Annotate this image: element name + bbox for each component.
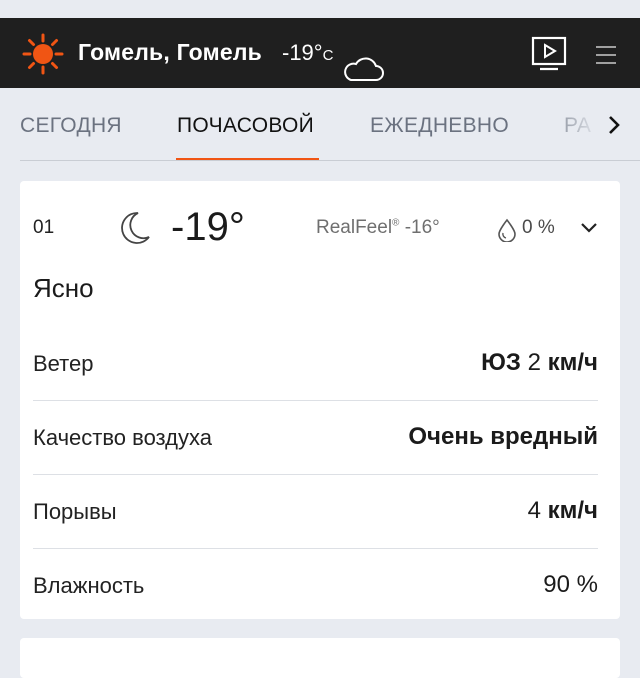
wind-speed: 2 [527, 349, 541, 376]
gusts-label: Порывы [33, 499, 117, 524]
wind-unit: км/ч [547, 349, 598, 376]
condition-text: Ясно [33, 273, 94, 303]
hour-temperature: -19° [171, 205, 245, 249]
detail-row-air: Качество воздуха Очень вредный [33, 401, 598, 475]
realfeel-text: RealFeel® -16° [316, 217, 440, 239]
app-header: Гомель, Гомель -19°C [0, 18, 640, 88]
detail-row-humidity: Влажность 90 % [33, 549, 598, 623]
next-hour-card[interactable] [20, 638, 620, 678]
realfeel-value: -16° [404, 217, 440, 238]
forecast-tabs: СЕГОДНЯ ПОЧАСОВОЙ ЕЖЕДНЕВНО РА [0, 88, 640, 161]
video-icon[interactable] [530, 35, 568, 73]
detail-row-gusts: Порывы 4 км/ч [33, 475, 598, 549]
humidity-label: Влажность [33, 573, 145, 598]
hourly-card[interactable]: 01 -19° RealFeel® -16° 0 % Ясно Ветер ЮЗ… [20, 181, 620, 619]
menu-icon[interactable] [594, 44, 618, 66]
hour-label: 01 [33, 217, 55, 238]
gusts-value: 4 км/ч [528, 497, 598, 525]
header-temp-unit: C [322, 47, 334, 64]
moon-icon [121, 212, 150, 244]
air-quality-value[interactable]: Очень вредный [408, 423, 598, 451]
tab-fade [540, 98, 600, 148]
tab-today[interactable]: СЕГОДНЯ [20, 114, 122, 138]
realfeel-label: RealFeel [316, 217, 393, 238]
chevron-right-icon[interactable] [604, 113, 624, 137]
gusts-speed: 4 [527, 497, 541, 524]
tab-divider [20, 160, 640, 161]
air-quality-label: Качество воздуха [33, 425, 212, 450]
wind-value: ЮЗ 2 км/ч [481, 349, 598, 377]
gusts-unit: км/ч [547, 497, 598, 524]
chevron-down-icon[interactable] [580, 221, 598, 235]
detail-row-wind: Ветер ЮЗ 2 км/ч [33, 327, 598, 401]
wind-label: Ветер [33, 351, 94, 376]
location-name[interactable]: Гомель, Гомель [78, 39, 262, 66]
cloud-icon [344, 57, 384, 81]
humidity-value: 90 % [543, 571, 598, 598]
header-temperature: -19°C [282, 40, 333, 66]
precip-value: 0 % [522, 217, 555, 238]
realfeel-mark: ® [392, 217, 400, 229]
tab-hourly[interactable]: ПОЧАСОВОЙ [177, 114, 314, 138]
active-tab-indicator [176, 158, 319, 160]
tab-daily[interactable]: ЕЖЕДНЕВНО [370, 114, 509, 138]
sun-icon [22, 33, 64, 75]
drop-icon [498, 218, 516, 242]
wind-direction: ЮЗ [481, 349, 521, 376]
header-temp-value: -19° [282, 40, 323, 65]
